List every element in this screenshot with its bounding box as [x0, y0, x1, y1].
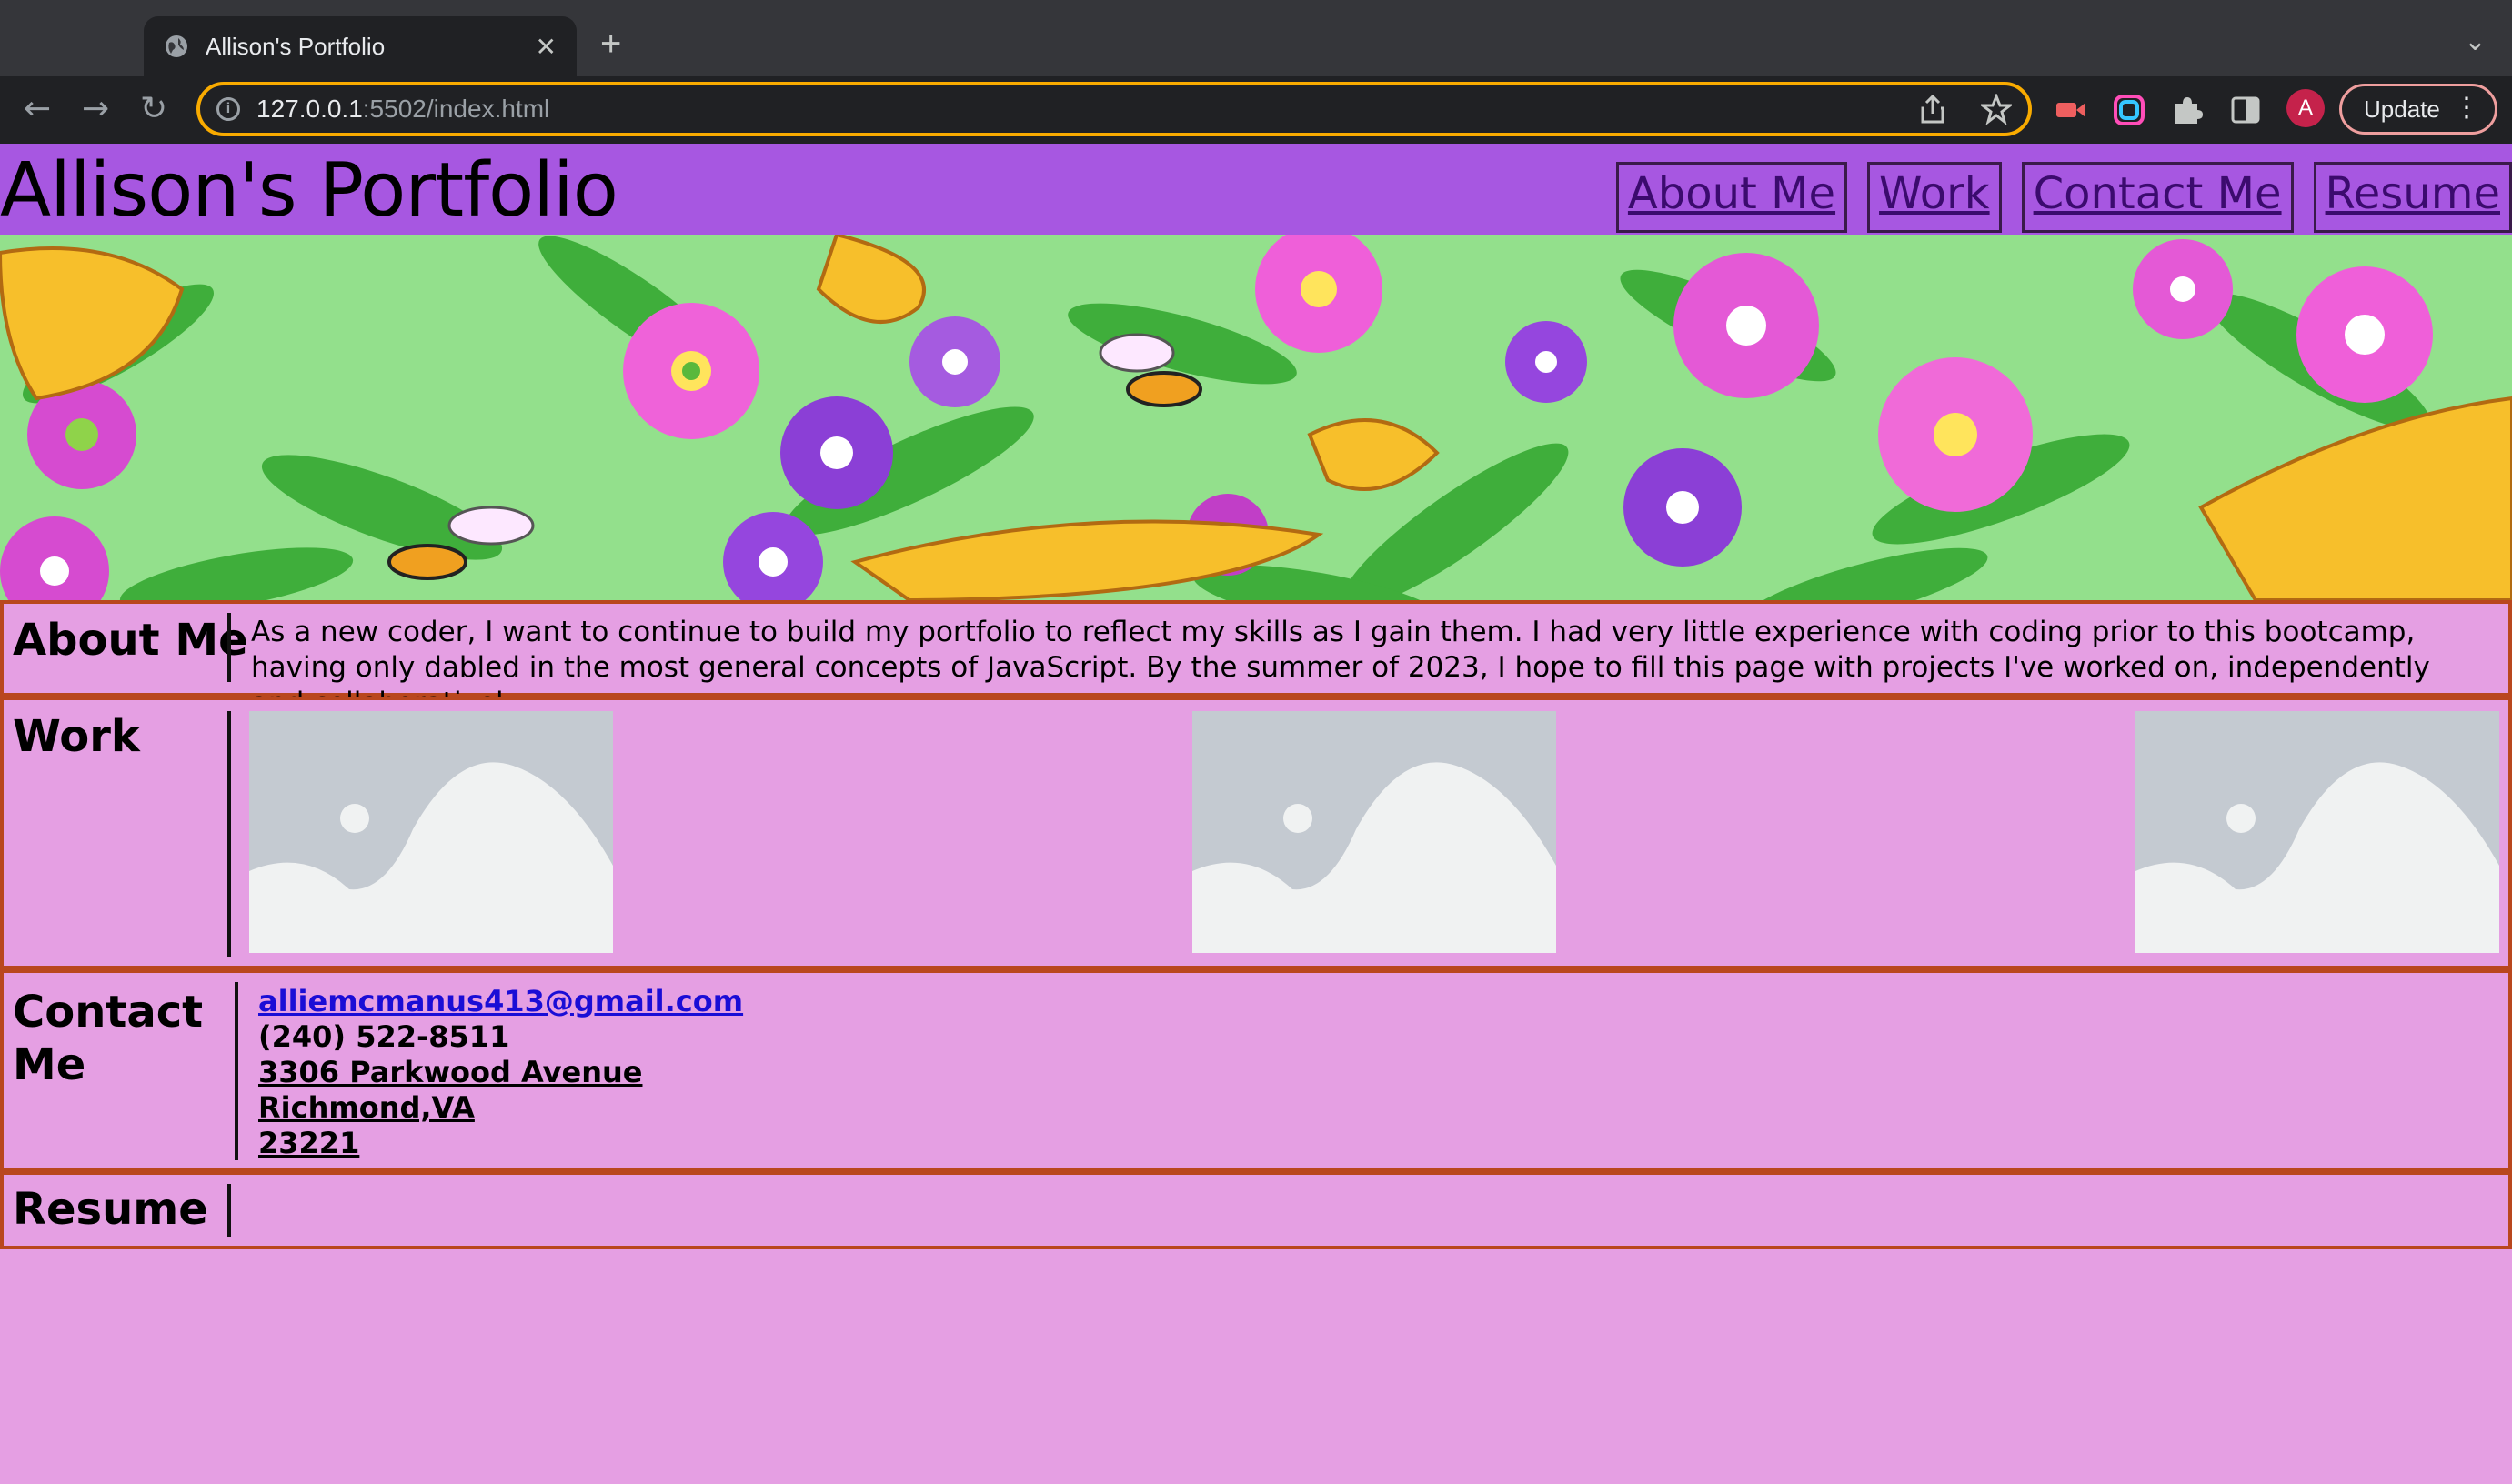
url-text[interactable]: 127.0.0.1:5502/index.html — [256, 95, 1897, 124]
email-link[interactable]: alliemcmanus413@gmail.com — [258, 984, 743, 1019]
site-info-icon[interactable]: i — [216, 97, 240, 121]
browser-tab[interactable]: Allison's Portfolio ✕ — [144, 16, 577, 76]
video-extension-icon[interactable] — [2054, 93, 2088, 127]
contact-heading-line-1: Contact — [13, 987, 204, 1038]
contact-me-section: Contact Me alliemcmanus413@gmail.com (24… — [0, 969, 2512, 1171]
color-extension-icon[interactable] — [2112, 93, 2146, 127]
url-host: 127.0.0.1 — [256, 95, 363, 123]
phone-number: (240) 522-8511 — [258, 1019, 510, 1054]
nav-link-work[interactable]: Work — [1867, 162, 2002, 233]
resume-section: Resume — [0, 1171, 2512, 1249]
bookmark-star-icon[interactable] — [1981, 94, 2012, 125]
profile-avatar[interactable]: A — [2286, 89, 2325, 127]
nav-link-about-me[interactable]: About Me — [1615, 162, 1848, 233]
image-placeholder-icon — [1192, 711, 1556, 953]
back-button[interactable]: ← — [24, 91, 51, 127]
share-icon[interactable] — [1919, 94, 1946, 125]
update-button[interactable]: Update ⋮ — [2339, 84, 2497, 135]
nav-link-resume[interactable]: Resume — [2313, 162, 2512, 233]
address-city[interactable]: Richmond,VA — [258, 1090, 743, 1126]
about-me-section: About Me As a new coder, I want to conti… — [0, 600, 2512, 719]
address-bar[interactable]: i 127.0.0.1:5502/index.html — [196, 82, 2032, 136]
puzzle-extensions-icon[interactable] — [2170, 93, 2205, 127]
work-image-placeholder-2[interactable] — [1192, 711, 1556, 953]
flower-butterfly-pattern — [0, 235, 2512, 600]
browser-toolbar: ← → ↻ i 127.0.0.1:5502/index.html A Upda… — [0, 76, 2512, 144]
site-title: Allison's Portfolio — [0, 147, 618, 234]
work-heading: Work — [13, 711, 140, 762]
side-panel-icon[interactable] — [2228, 93, 2263, 127]
new-tab-button[interactable]: + — [600, 24, 621, 65]
work-image-placeholder-3[interactable] — [2135, 711, 2499, 953]
url-path: :5502/index.html — [362, 95, 550, 123]
tab-search-icon[interactable]: ⌄ — [2464, 25, 2487, 57]
kebab-menu-icon[interactable]: ⋮ — [2453, 92, 2480, 124]
address-zip[interactable]: 23221 — [258, 1126, 743, 1161]
section-divider — [227, 1184, 231, 1237]
image-placeholder-icon — [2135, 711, 2499, 953]
contact-heading-line-2: Me — [13, 1039, 86, 1090]
site-nav: About Me Work Contact Me Resume — [1615, 162, 2512, 233]
contact-details: alliemcmanus413@gmail.com (240) 522-8511… — [258, 984, 743, 1161]
update-label: Update — [2364, 95, 2440, 123]
work-image-placeholder-1[interactable] — [249, 711, 613, 953]
resume-heading: Resume — [13, 1184, 208, 1235]
address-street[interactable]: 3306 Parkwood Avenue — [258, 1055, 743, 1090]
section-divider — [227, 711, 231, 957]
page-content: Allison's Portfolio About Me Work Contac… — [0, 144, 2512, 1484]
hero-banner-image — [0, 235, 2512, 600]
section-divider — [227, 613, 231, 682]
reload-button[interactable]: ↻ — [140, 91, 167, 127]
nav-link-contact-me[interactable]: Contact Me — [2021, 162, 2294, 233]
site-header: Allison's Portfolio About Me Work Contac… — [0, 144, 2512, 235]
close-tab-icon[interactable]: ✕ — [536, 32, 557, 62]
tab-title: Allison's Portfolio — [206, 32, 386, 60]
forward-button[interactable]: → — [82, 91, 109, 127]
globe-icon — [166, 35, 187, 57]
image-placeholder-icon — [249, 711, 613, 953]
about-me-heading: About Me — [13, 615, 248, 666]
contact-me-heading: Contact Me — [13, 986, 203, 1091]
section-divider — [235, 982, 238, 1160]
browser-tabstrip: Allison's Portfolio ✕ + ⌄ — [0, 0, 2512, 76]
work-section: Work — [0, 697, 2512, 969]
